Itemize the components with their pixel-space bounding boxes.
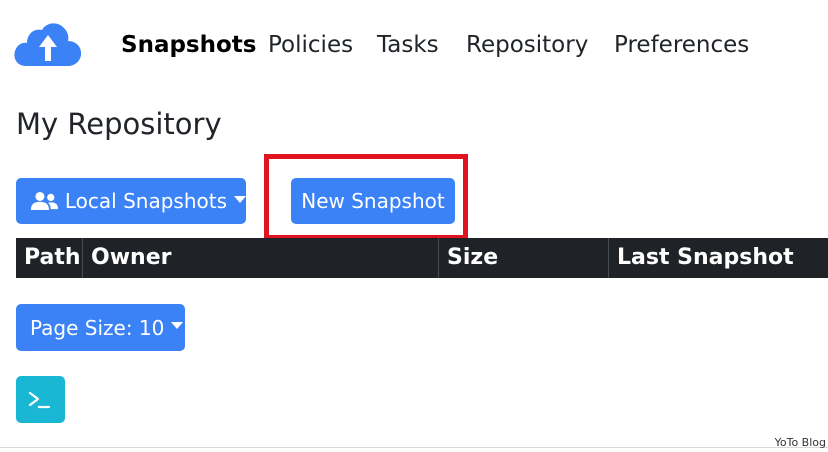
snapshots-table-header: Path Owner Size Last Snapshot [16,238,828,278]
caret-down-icon [234,195,246,203]
column-header-owner[interactable]: Owner [82,238,438,278]
nav-snapshots[interactable]: Snapshots [121,30,256,60]
terminal-icon [28,391,51,409]
local-snapshots-dropdown[interactable]: Local Snapshots [16,178,246,224]
page-title: My Repository [16,107,222,141]
nav-preferences[interactable]: Preferences [614,30,749,60]
footer-divider [0,447,828,448]
page-size-dropdown[interactable]: Page Size: 10 [16,304,185,351]
nav-repository[interactable]: Repository [466,30,588,60]
column-header-path[interactable]: Path [16,238,82,278]
cloud-upload-icon[interactable] [12,20,84,68]
terminal-button[interactable] [16,376,65,423]
watermark: YoTo Blog [774,436,826,449]
column-header-size[interactable]: Size [438,238,608,278]
local-snapshots-label: Local Snapshots [64,189,227,213]
highlight-annotation [264,154,468,240]
column-header-last-snapshot[interactable]: Last Snapshot [608,238,828,278]
nav-tasks[interactable]: Tasks [377,30,439,60]
users-icon [30,191,58,211]
page-size-label: Page Size: 10 [30,315,165,340]
caret-down-icon [171,322,184,329]
top-navbar: Snapshots Policies Tasks Repository Pref… [0,0,828,90]
nav-policies[interactable]: Policies [268,30,353,60]
